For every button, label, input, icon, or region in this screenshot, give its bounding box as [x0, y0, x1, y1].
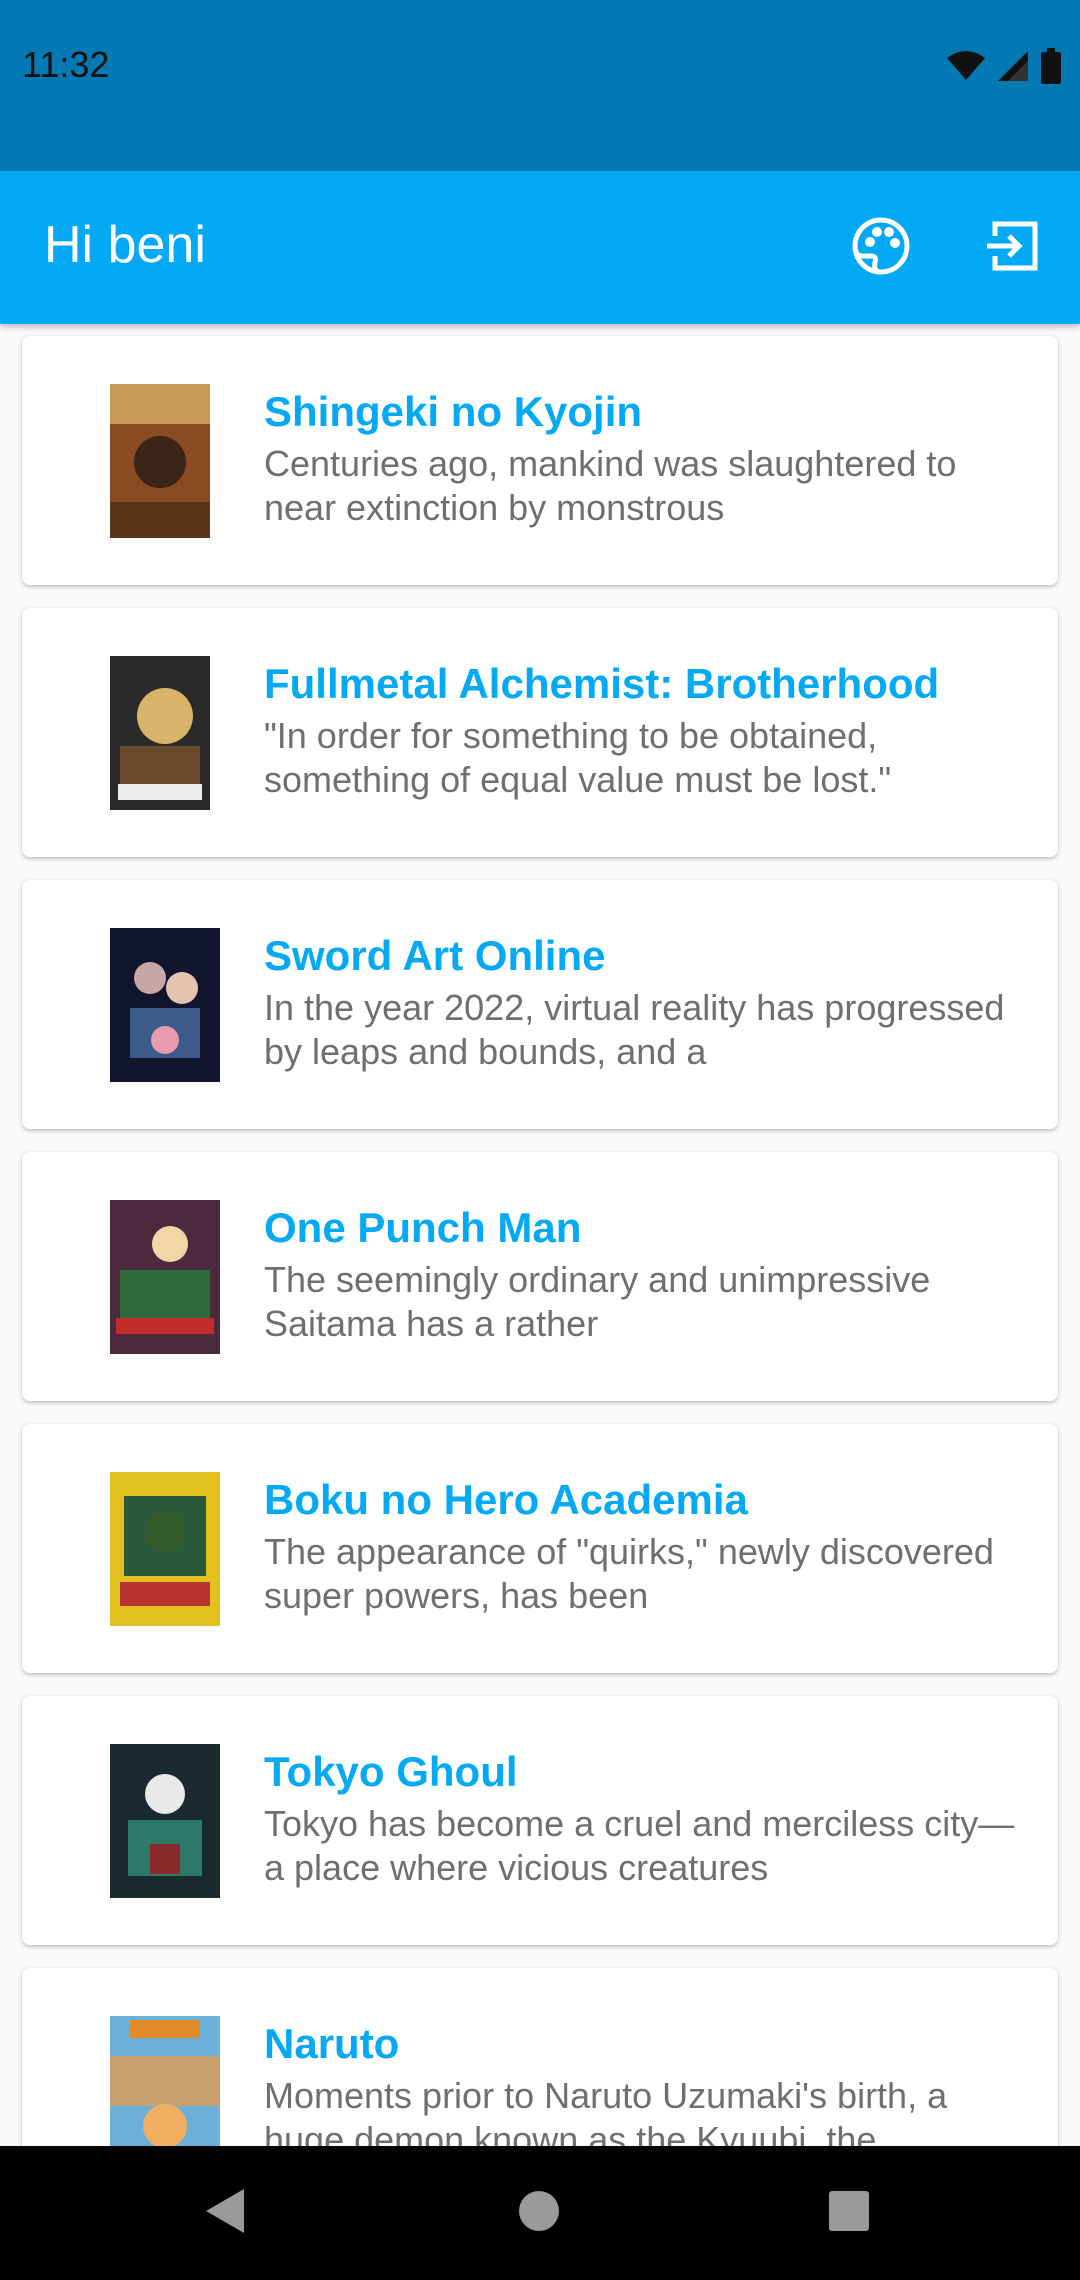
app-bar: Hi beni	[0, 171, 1080, 324]
anime-card-shingeki-no-kyojin[interactable]: Shingeki no Kyojin Centuries ago, mankin…	[22, 336, 1058, 585]
page-title: Hi beni	[44, 216, 206, 274]
anime-list[interactable]: Shingeki no Kyojin Centuries ago, mankin…	[0, 324, 1080, 2146]
anime-title: Naruto	[264, 2020, 400, 2067]
home-icon	[517, 2189, 561, 2238]
poster-image	[110, 656, 210, 810]
recents-icon	[828, 2190, 870, 2237]
poster-image	[110, 1472, 220, 1626]
poster-image	[110, 2016, 220, 2146]
anime-title: One Punch Man	[264, 1204, 582, 1251]
status-icons	[946, 48, 1062, 89]
navigation-bar	[0, 2146, 1080, 2280]
back-button[interactable]	[194, 2182, 256, 2244]
anime-description: Tokyo has become a cruel and merciless c…	[264, 1803, 1015, 1888]
anime-card-tokyo-ghoul[interactable]: Tokyo Ghoul Tokyo has become a cruel and…	[22, 1696, 1058, 1945]
anime-card-one-punch-man[interactable]: One Punch Man The seemingly ordinary and…	[22, 1152, 1058, 1401]
anime-title: Sword Art Online	[264, 932, 606, 979]
anime-title: Fullmetal Alchemist: Brotherhood	[264, 660, 940, 707]
anime-description: In the year 2022, virtual reality has pr…	[264, 987, 1005, 1072]
anime-description: Moments prior to Naruto Uzumaki's birth,…	[264, 2075, 948, 2146]
theme-button[interactable]	[848, 215, 914, 281]
status-time: 11:32	[22, 44, 110, 85]
anime-card-fullmetal-alchemist[interactable]: Fullmetal Alchemist: Brotherhood "In ord…	[22, 608, 1058, 857]
anime-card-boku-no-hero-academia[interactable]: Boku no Hero Academia The appearance of …	[22, 1424, 1058, 1673]
poster-image	[110, 928, 220, 1082]
poster-image	[110, 384, 210, 538]
palette-icon	[851, 216, 911, 281]
anime-card-naruto[interactable]: Naruto Moments prior to Naruto Uzumaki's…	[22, 1968, 1058, 2146]
poster-image	[110, 1200, 220, 1354]
back-icon	[202, 2186, 248, 2241]
anime-card-sword-art-online[interactable]: Sword Art Online In the year 2022, virtu…	[22, 880, 1058, 1129]
logout-button[interactable]	[980, 215, 1046, 281]
status-bar: 11:32	[0, 0, 1080, 171]
anime-title: Boku no Hero Academia	[264, 1476, 748, 1523]
anime-title: Shingeki no Kyojin	[264, 388, 643, 435]
home-button[interactable]	[508, 2182, 570, 2244]
poster-image	[110, 1744, 220, 1898]
anime-description: The appearance of "quirks," newly discov…	[264, 1531, 994, 1616]
recents-button[interactable]	[818, 2182, 880, 2244]
anime-description: The seemingly ordinary and unimpressive …	[264, 1259, 931, 1344]
anime-description: Centuries ago, mankind was slaughtered t…	[264, 443, 957, 528]
wifi-icon	[946, 50, 986, 87]
battery-icon	[1040, 48, 1062, 89]
logout-icon	[985, 218, 1041, 279]
anime-description: "In order for something to be obtained, …	[264, 715, 892, 800]
anime-title: Tokyo Ghoul	[264, 1748, 518, 1795]
signal-icon	[996, 49, 1030, 88]
